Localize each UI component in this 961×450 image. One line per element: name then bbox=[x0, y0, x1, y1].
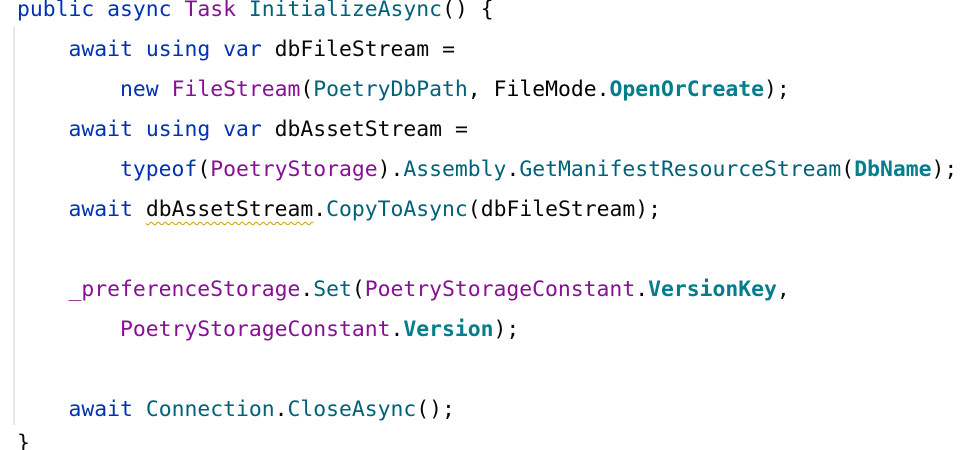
code-line-6[interactable]: await dbAssetStream.CopyToAsync(dbFileSt… bbox=[17, 196, 661, 224]
indent-guide bbox=[13, 27, 15, 425]
code-line-12[interactable]: } bbox=[17, 430, 30, 450]
code-line-3[interactable]: new FileStream(PoetryDbPath, FileMode.Op… bbox=[17, 76, 790, 104]
warning-squiggle[interactable]: dbAssetStream bbox=[146, 197, 313, 222]
code-line-8[interactable]: _preferenceStorage.Set(PoetryStorageCons… bbox=[17, 276, 790, 304]
code-line-5[interactable]: typeof(PoetryStorage).Assembly.GetManife… bbox=[17, 156, 957, 184]
code-line-9[interactable]: PoetryStorageConstant.Version); bbox=[17, 316, 519, 344]
code-line-1[interactable]: public async Task InitializeAsync() { bbox=[17, 0, 494, 24]
code-line-11[interactable]: await Connection.CloseAsync(); bbox=[17, 396, 455, 424]
code-line-2[interactable]: await using var dbFileStream = bbox=[17, 36, 455, 64]
code-editor[interactable]: public async Task InitializeAsync() { aw… bbox=[0, 0, 961, 450]
code-line-4[interactable]: await using var dbAssetStream = bbox=[17, 116, 468, 144]
